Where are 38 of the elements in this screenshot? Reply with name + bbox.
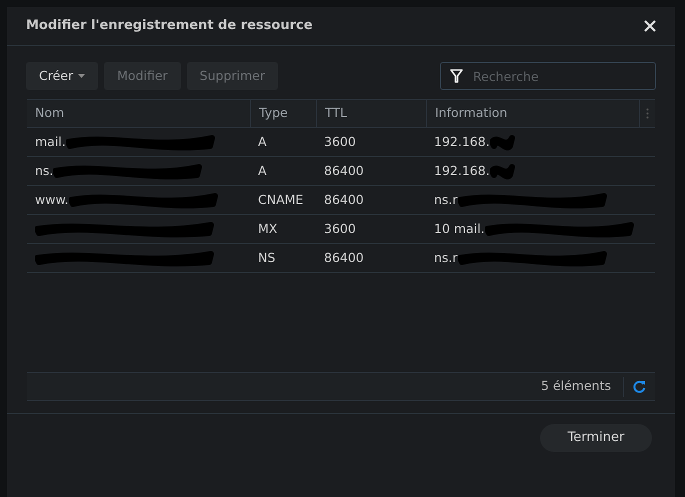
table-row[interactable]: ns. A 86400 192.168.	[27, 157, 655, 186]
table-cell-text: MX	[258, 220, 278, 238]
close-icon[interactable]	[644, 20, 656, 32]
toolbar-button[interactable]: Créer	[26, 62, 98, 90]
column-header[interactable]: Nom	[35, 104, 64, 123]
table-row[interactable]: mail. A 3600 192.168.	[27, 128, 655, 157]
table-cell-text: 192.168.	[434, 162, 490, 180]
table-cell-text: ns.r	[434, 248, 458, 267]
table-cell-text: 3600	[324, 220, 356, 238]
table-cell-text: 86400	[324, 190, 364, 209]
table-cell-text: ns.r	[434, 190, 458, 209]
item-count: 5 éléments	[541, 377, 612, 396]
dialog-title: Modifier l'enregistrement de ressource	[26, 17, 313, 36]
table-cell-text: mail.	[35, 132, 66, 151]
table-cell-text: A	[258, 162, 267, 180]
done-button[interactable]: Terminer	[540, 424, 652, 452]
table-cell-text: 3600	[324, 132, 356, 151]
search-field[interactable]: Recherche	[440, 62, 656, 90]
table-row[interactable]: NS 86400 ns.r	[27, 244, 655, 273]
column-header[interactable]: TTL	[325, 104, 348, 123]
filter-icon	[450, 69, 463, 83]
table-cell-text: ns.	[35, 162, 54, 180]
caret-icon	[78, 74, 86, 78]
table-cell-text: 86400	[324, 162, 364, 180]
table-cell-text: 86400	[324, 248, 364, 267]
table-cell-text: 10 mail.	[434, 220, 485, 238]
column-header[interactable]: Type	[259, 104, 288, 123]
refresh-icon[interactable]	[633, 380, 646, 393]
table-cell-text: www.	[35, 190, 68, 209]
redaction-scribble	[490, 161, 516, 181]
table-cell-text: NS	[258, 248, 276, 267]
column-header[interactable]: Information	[435, 104, 508, 123]
table-cell-text: A	[258, 132, 267, 151]
table-cell-text: 192.168.	[434, 132, 490, 151]
table-cell-text: CNAME	[258, 190, 304, 209]
redaction-scribble	[490, 132, 516, 152]
table-row[interactable]: MX 3600 10 mail.	[27, 215, 655, 244]
table-row[interactable]: www. CNAME 86400 ns.r	[27, 186, 655, 215]
